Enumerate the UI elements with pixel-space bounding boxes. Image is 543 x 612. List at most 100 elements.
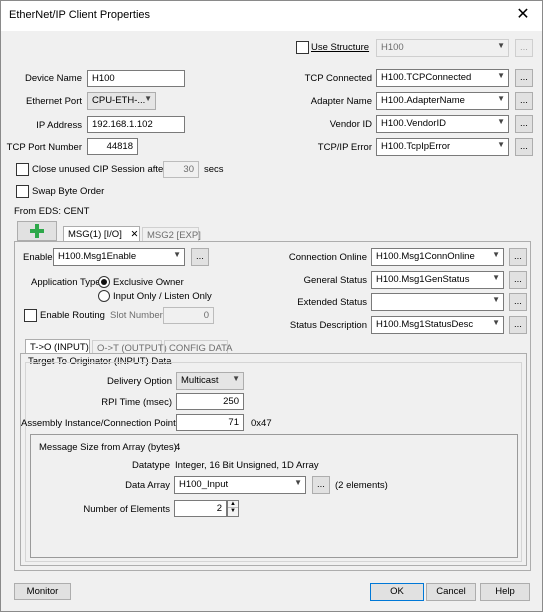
assembly-instance-label: Assembly Instance/Connection Point: [21, 418, 176, 429]
enable-label: Enable: [23, 252, 53, 263]
rpi-time-label: RPI Time (msec): [101, 397, 172, 408]
device-name-label: Device Name: [24, 73, 82, 84]
enable-browse-button[interactable]: ...: [191, 248, 209, 266]
ip-address-label: IP Address: [36, 120, 82, 131]
vendor-id-browse-button[interactable]: ...: [515, 115, 533, 133]
datatype-label: Datatype: [131, 460, 170, 471]
tab-o-t-output[interactable]: O->T (OUTPUT): [92, 340, 167, 354]
ethernet-port-label: Ethernet Port: [26, 96, 82, 107]
general-status-select[interactable]: H100.Msg1GenStatus ▼: [371, 271, 504, 289]
stepper-down-icon[interactable]: ▼: [228, 508, 238, 515]
tcp-connected-browse-button[interactable]: ...: [515, 69, 533, 87]
rpi-time-field[interactable]: 250: [176, 393, 244, 410]
connection-online-browse-button[interactable]: ...: [509, 248, 527, 266]
tcpip-error-label: TCP/IP Error: [317, 142, 372, 153]
tab-msg2[interactable]: MSG2 [EXP]: [142, 227, 201, 242]
ip-address-field[interactable]: 192.168.1.102: [87, 116, 185, 133]
title-bar: EtherNet/IP Client Properties ✕: [1, 1, 542, 31]
data-array-browse-button[interactable]: ...: [312, 476, 330, 494]
plus-icon: [30, 224, 44, 238]
chevron-down-icon: ▼: [497, 140, 505, 149]
application-type-label: Application Type: [31, 277, 101, 288]
chevron-down-icon: ▼: [173, 250, 181, 259]
use-structure-select[interactable]: H100 ▼: [376, 39, 509, 57]
close-icon[interactable]: ✕: [512, 4, 534, 26]
adapter-name-browse-button[interactable]: ...: [515, 92, 533, 110]
use-structure-browse-button[interactable]: ...: [515, 39, 533, 57]
window-title: EtherNet/IP Client Properties: [9, 9, 151, 21]
general-status-label: General Status: [303, 275, 367, 286]
data-array-label: Data Array: [125, 480, 170, 491]
chevron-down-icon: ▼: [232, 374, 240, 383]
chevron-down-icon: ▼: [497, 41, 505, 50]
enable-select[interactable]: H100.Msg1Enable ▼: [53, 248, 185, 266]
assembly-instance-field[interactable]: 71: [176, 414, 244, 431]
extended-status-label: Extended Status: [297, 297, 367, 308]
data-array-select[interactable]: H100_Input ▼: [174, 476, 306, 494]
number-of-elements-label: Number of Elements: [83, 504, 170, 515]
swap-byte-order-checkbox[interactable]: [16, 185, 29, 198]
use-structure-checkbox[interactable]: [296, 41, 309, 54]
tcp-port-field[interactable]: 44818: [87, 138, 138, 155]
delivery-option-select[interactable]: Multicast ▼: [176, 372, 244, 390]
ethernet-port-select[interactable]: CPU-ETH-... ▼: [87, 92, 156, 110]
tab-msg1[interactable]: MSG(1) [I/O] ✕: [63, 226, 140, 242]
message-size-value: 4: [175, 442, 181, 453]
general-status-browse-button[interactable]: ...: [509, 271, 527, 289]
tab-msg1-label: MSG(1) [I/O]: [68, 229, 122, 240]
tcpip-error-select[interactable]: H100.TcpIpError ▼: [376, 138, 509, 156]
close-unused-seconds-field[interactable]: 30: [163, 161, 199, 178]
chevron-down-icon: ▼: [492, 250, 500, 259]
adapter-name-select[interactable]: H100.AdapterName ▼: [376, 92, 509, 110]
status-description-label: Status Description: [289, 320, 367, 331]
monitor-button[interactable]: Monitor: [14, 583, 71, 600]
connection-online-select[interactable]: H100.Msg1ConnOnline ▼: [371, 248, 504, 266]
chevron-down-icon: ▼: [497, 71, 505, 80]
tab-config-data[interactable]: CONFIG DATA: [164, 340, 233, 354]
enable-routing-checkbox[interactable]: [24, 309, 37, 322]
vendor-id-select[interactable]: H100.VendorID ▼: [376, 115, 509, 133]
datatype-value: Integer, 16 Bit Unsigned, 1D Array: [175, 460, 319, 471]
number-of-elements-stepper[interactable]: ▲ ▼: [227, 500, 239, 517]
tcp-connected-label: TCP Connected: [304, 73, 372, 84]
tcp-connected-select[interactable]: H100.TCPConnected ▼: [376, 69, 509, 87]
input-only-radio[interactable]: [98, 290, 110, 302]
tcpip-error-browse-button[interactable]: ...: [515, 138, 533, 156]
enable-routing-label: Enable Routing: [40, 310, 105, 321]
device-name-field[interactable]: H100: [87, 70, 185, 87]
elements-note: (2 elements): [335, 480, 388, 491]
chevron-down-icon: ▼: [492, 273, 500, 282]
chevron-down-icon: ▼: [144, 94, 152, 103]
dialog-window: EtherNet/IP Client Properties ✕ Use Stru…: [0, 0, 543, 612]
use-structure-label: Use Structure: [311, 42, 370, 53]
status-description-browse-button[interactable]: ...: [509, 316, 527, 334]
help-button[interactable]: Help: [480, 583, 530, 601]
exclusive-owner-radio[interactable]: [98, 276, 110, 288]
ok-button[interactable]: OK: [370, 583, 424, 601]
input-only-label: Input Only / Listen Only: [113, 291, 212, 302]
tab-t-o-input[interactable]: T->O (INPUT): [25, 339, 90, 354]
connection-online-label: Connection Online: [288, 252, 367, 263]
close-unused-label: Close unused CIP Session after: [32, 164, 167, 175]
exclusive-owner-label: Exclusive Owner: [113, 277, 184, 288]
chevron-down-icon: ▼: [497, 117, 505, 126]
number-of-elements-field[interactable]: 2: [174, 500, 227, 517]
close-icon[interactable]: ✕: [130, 229, 138, 240]
status-description-select[interactable]: H100.Msg1StatusDesc ▼: [371, 316, 504, 334]
message-size-label: Message Size from Array (bytes): [39, 442, 177, 453]
secs-label: secs: [204, 164, 224, 175]
tcp-port-label: TCP Port Number: [6, 142, 82, 153]
add-message-button[interactable]: [17, 221, 57, 241]
extended-status-select[interactable]: ▼: [371, 293, 504, 311]
slot-number-field[interactable]: 0: [163, 307, 214, 324]
chevron-down-icon: ▼: [492, 295, 500, 304]
vendor-id-label: Vendor ID: [329, 119, 372, 130]
extended-status-browse-button[interactable]: ...: [509, 293, 527, 311]
adapter-name-label: Adapter Name: [310, 96, 372, 107]
stepper-up-icon[interactable]: ▲: [228, 501, 238, 508]
cancel-button[interactable]: Cancel: [426, 583, 476, 601]
chevron-down-icon: ▼: [497, 94, 505, 103]
assembly-hex-value: 0x47: [251, 418, 272, 429]
chevron-down-icon: ▼: [294, 478, 302, 487]
close-unused-checkbox[interactable]: [16, 163, 29, 176]
